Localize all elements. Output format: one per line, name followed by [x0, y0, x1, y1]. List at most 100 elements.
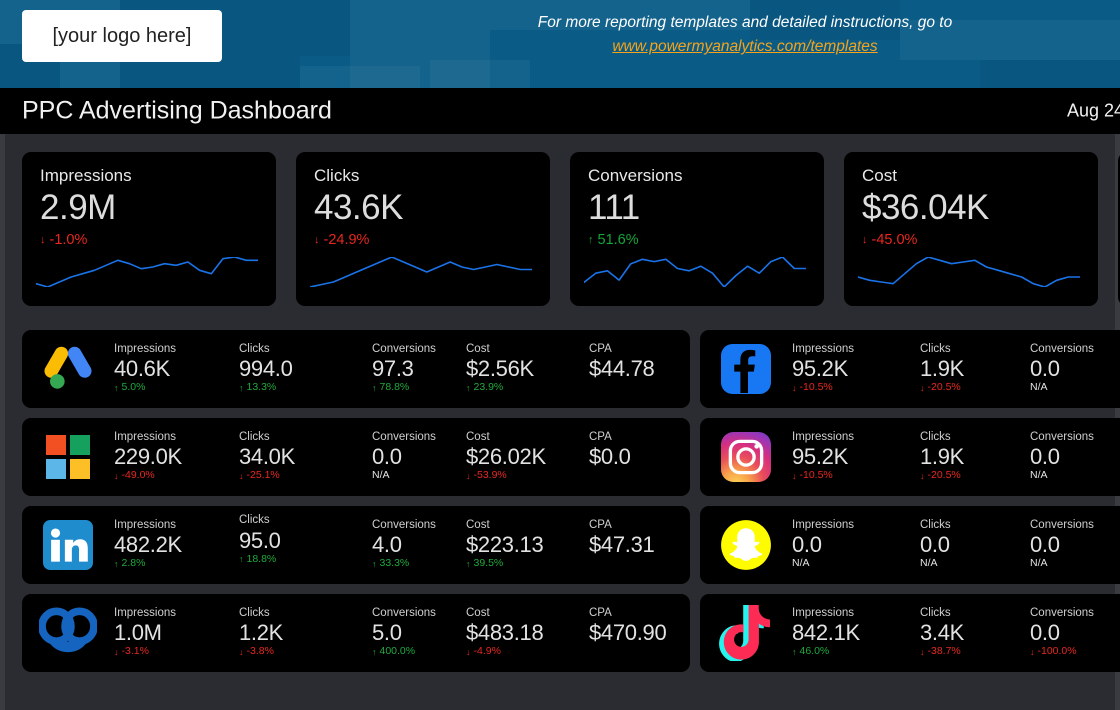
metric-delta: ↑ 33.3%	[372, 557, 466, 571]
promo-link[interactable]: www.powermyanalytics.com/templates	[612, 36, 877, 58]
kpi-label: Conversions	[588, 166, 683, 185]
metric-value: 97.3	[372, 355, 414, 381]
metric-label: Impressions	[114, 519, 176, 532]
metric-delta-value: -100.0%	[1037, 645, 1077, 658]
metric-delta-value: -3.1%	[121, 645, 149, 658]
kpi-delta-value: -1.0%	[49, 232, 88, 249]
metric-label: Clicks	[920, 519, 951, 532]
metric-clicks: Clicks 994.0 ↑ 13.3%	[239, 343, 372, 395]
metric-conversions: Conversions 4.0 ↑ 33.3%	[372, 519, 466, 571]
metric-value: 0.0	[792, 531, 822, 557]
channel-row-instagram-ads[interactable]: Impressions 95.2K ↓ -10.5% Clicks 1.9K ↓ -20.5%…	[700, 418, 1120, 496]
channel-metrics: Impressions 482.2K ↑ 2.8% Clicks 95.0 ↑ 18.8% Co…	[114, 506, 709, 584]
channel-metrics: Impressions 95.2K ↓ -10.5% Clicks 1.9K ↓ -20.5%…	[792, 418, 1120, 496]
channel-row-snapchat-ads[interactable]: Impressions 0.0 N/A Clicks 0.0 N/A Conversions…	[700, 506, 1120, 584]
metric-delta-empty	[589, 646, 709, 659]
channel-row-quora-ads[interactable]: Impressions 1.0M ↓ -3.1% Clicks 1.2K ↓ -3.8% Con…	[22, 594, 690, 672]
metric-label: Clicks	[239, 607, 270, 620]
kpi-delta-value: -45.0%	[871, 232, 918, 249]
metric-label: Impressions	[792, 343, 854, 356]
arrow-down-icon: ↓	[314, 233, 320, 246]
dashboard-root: [your logo here] For more reporting temp…	[0, 0, 1120, 710]
promo-text: For more reporting templates and detaile…	[537, 14, 953, 31]
kpi-value: 43.6K	[314, 188, 403, 227]
metric-delta: N/A	[920, 557, 1030, 571]
date-range-label[interactable]: Aug 24	[1067, 101, 1120, 122]
metric-value: 229.0K	[114, 443, 182, 469]
arrow-down-icon: ↓	[466, 470, 471, 481]
channel-row-facebook-ads[interactable]: Impressions 95.2K ↓ -10.5% Clicks 1.9K ↓ -20.5%…	[700, 330, 1120, 408]
metric-impressions: Impressions 482.2K ↑ 2.8%	[114, 519, 239, 571]
channel-row-tiktok-ads[interactable]: Impressions 842.1K ↑ 46.0% Clicks 3.4K ↓ -38.7%…	[700, 594, 1120, 672]
metric-delta: ↑ 400.0%	[372, 645, 466, 659]
metric-label: Cost	[466, 431, 490, 444]
metric-delta: ↓ -20.5%	[920, 469, 1030, 483]
metric-delta: N/A	[1030, 469, 1120, 483]
metric-cost: Cost $26.02K ↓ -53.9%	[466, 431, 589, 483]
metric-value: 0.0	[1030, 443, 1060, 469]
arrow-up-icon: ↑	[239, 382, 244, 393]
instagram-icon	[700, 418, 792, 496]
channel-row-linkedin-ads[interactable]: Impressions 482.2K ↑ 2.8% Clicks 95.0 ↑ 18.8% Co…	[22, 506, 690, 584]
metric-delta: ↑ 2.8%	[114, 557, 239, 571]
arrow-up-icon: ↑	[239, 554, 244, 565]
metric-delta: ↓ -53.9%	[466, 469, 589, 483]
metric-delta-empty	[589, 382, 709, 395]
metric-conversions: Conversions 0.0 N/A	[1030, 343, 1120, 395]
kpi-delta: ↓ -45.0%	[862, 232, 1080, 248]
metric-conversions: Conversions 97.3 ↑ 78.8%	[372, 343, 466, 395]
metric-label: Clicks	[920, 431, 951, 444]
metric-impressions: Impressions 229.0K ↓ -49.0%	[114, 431, 239, 483]
metric-value: 0.0	[1030, 531, 1060, 557]
kpi-delta-value: -24.9%	[323, 232, 370, 249]
kpi-delta: ↓ -1.0%	[40, 232, 258, 248]
arrow-down-icon: ↓	[239, 646, 244, 657]
metric-delta-value: N/A	[792, 557, 810, 570]
metric-value: 842.1K	[792, 619, 860, 645]
kpi-sparkline	[857, 256, 1081, 292]
metric-clicks: Clicks 1.2K ↓ -3.8%	[239, 607, 372, 659]
metric-value: 5.0	[372, 619, 402, 645]
arrow-down-icon: ↓	[114, 646, 119, 657]
metric-value: $47.31	[589, 532, 655, 558]
kpi-value: 2.9M	[40, 188, 116, 227]
metric-value: $44.78	[589, 356, 655, 382]
kpi-card-conversions[interactable]: Conversions 111 ↑ 51.6%	[570, 152, 824, 306]
metric-value: $223.13	[466, 531, 544, 557]
channel-row-microsoft-ads[interactable]: Impressions 229.0K ↓ -49.0% Clicks 34.0K ↓ -25.…	[22, 418, 690, 496]
channel-metrics: Impressions 95.2K ↓ -10.5% Clicks 1.9K ↓ -20.5%…	[792, 330, 1120, 408]
metric-clicks: Clicks 34.0K ↓ -25.1%	[239, 431, 372, 483]
metric-label: Impressions	[792, 607, 854, 620]
metric-value: 95.2K	[792, 443, 848, 469]
metric-delta: ↓ -10.5%	[792, 381, 920, 395]
kpi-label: Cost	[862, 166, 897, 185]
channel-row-google-ads[interactable]: Impressions 40.6K ↑ 5.0% Clicks 994.0 ↑ 13.3% Co…	[22, 330, 690, 408]
kpi-label: Clicks	[314, 166, 360, 185]
metric-delta-value: -3.8%	[246, 645, 274, 658]
metric-delta: ↑ 39.5%	[466, 557, 589, 571]
metric-clicks: Clicks 95.0 ↑ 18.8%	[239, 514, 372, 567]
metric-clicks: Clicks 3.4K ↓ -38.7%	[920, 607, 1030, 659]
metric-delta-value: N/A	[1030, 469, 1048, 482]
metric-clicks: Clicks 1.9K ↓ -20.5%	[920, 343, 1030, 395]
metric-cpa: CPA $470.90	[589, 607, 709, 658]
google-ads-icon	[22, 330, 114, 408]
metric-cpa: CPA $0.0	[589, 431, 709, 482]
channel-metrics: Impressions 229.0K ↓ -49.0% Clicks 34.0K ↓ -25.…	[114, 418, 709, 496]
metric-cost: Cost $223.13 ↑ 39.5%	[466, 519, 589, 571]
metric-impressions: Impressions 95.2K ↓ -10.5%	[792, 431, 920, 483]
metric-label: Clicks	[239, 343, 270, 356]
kpi-sparkline	[35, 256, 259, 292]
kpi-card-clicks[interactable]: Clicks 43.6K ↓ -24.9%	[296, 152, 550, 306]
metric-label: Clicks	[920, 607, 951, 620]
kpi-card-row: Impressions 2.9M ↓ -1.0% Clicks 43.6K ↓ -24.9% C…	[0, 152, 1120, 306]
kpi-delta-value: 51.6%	[597, 232, 639, 249]
arrow-up-icon: ↑	[372, 558, 377, 569]
metric-label: Cost	[466, 607, 490, 620]
channel-column-left: Impressions 40.6K ↑ 5.0% Clicks 994.0 ↑ 13.3% Co…	[22, 330, 690, 682]
metric-impressions: Impressions 95.2K ↓ -10.5%	[792, 343, 920, 395]
metric-delta: ↑ 23.9%	[466, 381, 589, 395]
kpi-card-cost[interactable]: Cost $36.04K ↓ -45.0%	[844, 152, 1098, 306]
title-bar: PPC Advertising Dashboard Aug 24	[0, 88, 1120, 134]
kpi-card-impressions[interactable]: Impressions 2.9M ↓ -1.0%	[22, 152, 276, 306]
